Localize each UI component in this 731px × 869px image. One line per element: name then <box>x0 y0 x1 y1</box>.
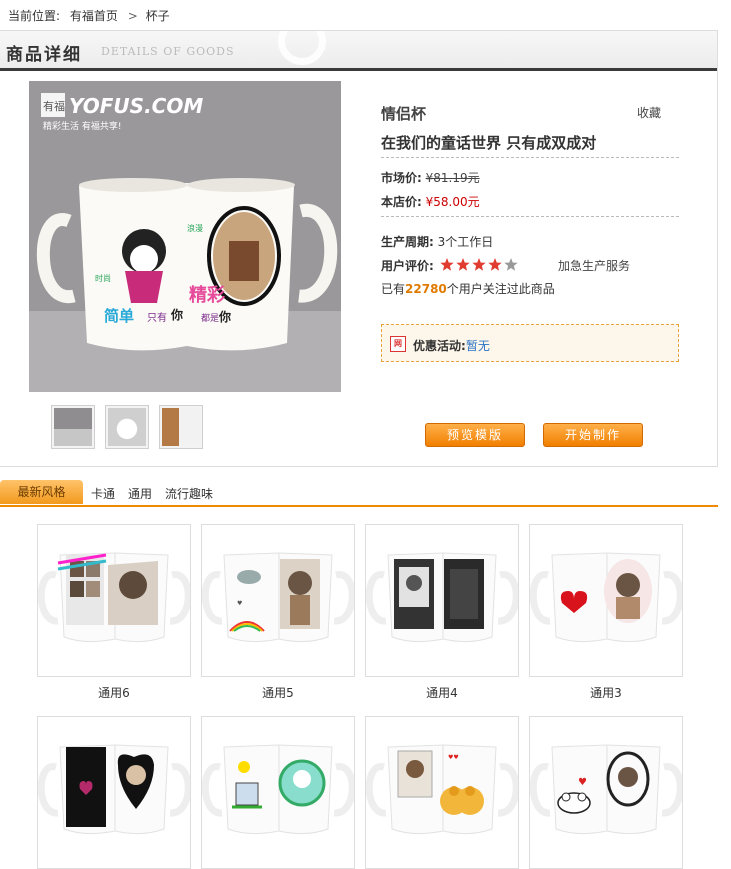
template-card[interactable] <box>37 524 191 677</box>
template-caption[interactable]: 通用6 <box>37 684 191 701</box>
product-name: 情侣杯 <box>381 105 427 123</box>
rating-row: 用户评价: <box>381 257 520 275</box>
tab-trendy-fun[interactable]: 流行趣味 <box>165 485 213 502</box>
style-tabs: 最新风格 卡通 通用 流行趣味 <box>0 480 718 507</box>
mug-word-7: 时尚 <box>95 273 111 283</box>
mug-thumbnail <box>530 552 682 643</box>
favorite-link[interactable]: 收藏 <box>637 104 661 121</box>
thumbnail-1[interactable] <box>51 405 95 449</box>
template-card[interactable]: ♥ <box>201 524 355 677</box>
template-card[interactable] <box>365 524 519 677</box>
followers-row: 已有22780个用户关注过此商品 <box>381 280 555 297</box>
template-card[interactable] <box>201 716 355 869</box>
thumbnail-3[interactable] <box>159 405 203 449</box>
tab-cartoon[interactable]: 卡通 <box>91 485 115 502</box>
mug-thumbnail: ♥ <box>530 744 682 835</box>
template-card[interactable]: ♥♥ <box>365 716 519 869</box>
preview-template-button[interactable]: 预览模版 <box>425 423 525 447</box>
mug-word-1: 简单 <box>104 307 134 325</box>
promo-icon: 网 <box>390 336 406 352</box>
followers-prefix: 已有 <box>381 282 406 296</box>
production-row: 生产周期: 3个工作日 <box>381 233 493 250</box>
market-price-value: ¥81.19元 <box>425 171 480 185</box>
store-price-value: ¥58.00元 <box>425 195 480 209</box>
followers-suffix: 个用户关注过此商品 <box>446 282 555 296</box>
svg-text:♥♥: ♥♥ <box>448 754 459 761</box>
store-price-label: 本店价: <box>381 195 422 209</box>
breadcrumb-home-link[interactable]: 有福首页 <box>70 9 118 23</box>
production-label: 生产周期: <box>381 235 434 249</box>
breadcrumb-current-link[interactable]: 杯子 <box>146 9 170 23</box>
mug-thumbnail <box>38 744 190 835</box>
product-slogan: 在我们的童话世界 只有成双成对 <box>381 134 597 152</box>
market-price-label: 市场价: <box>381 171 422 185</box>
promo-label-text: 优惠活动: <box>413 339 466 353</box>
template-caption[interactable]: 通用5 <box>201 684 355 701</box>
rating-label: 用户评价: <box>381 259 434 273</box>
logo-text: YOFUS.COM <box>69 94 203 118</box>
rating-star <box>455 258 470 271</box>
rating-star <box>439 258 454 271</box>
main-product-image[interactable]: 有福 YOFUS.COM 精彩生活 有福共享! 简单 只有 你 精彩 都是 你 … <box>29 81 341 392</box>
mug-word-8: 浪漫 <box>187 223 203 233</box>
promo-box: 网 优惠活动:暂无 <box>381 324 679 362</box>
store-price-row: 本店价: ¥58.00元 <box>381 193 480 210</box>
header-decoration <box>278 31 326 65</box>
rating-star <box>471 258 486 271</box>
mug-thumbnail: ♥ <box>202 552 354 643</box>
tab-general[interactable]: 通用 <box>128 485 152 502</box>
mug-word-2: 只有 <box>147 311 167 324</box>
logo-mark-text: 有福 <box>43 99 65 113</box>
breadcrumb-prefix: 当前位置: <box>8 9 61 23</box>
rating-star <box>487 258 502 271</box>
svg-text:♥: ♥ <box>578 777 587 788</box>
tab-latest-style[interactable]: 最新风格 <box>0 480 83 504</box>
mug-thumbnail <box>38 552 190 643</box>
mug-word-4: 精彩 <box>189 284 225 306</box>
production-value: 3个工作日 <box>437 235 494 249</box>
thumbnail-2[interactable] <box>105 405 149 449</box>
rating-stars <box>439 258 520 275</box>
detail-subtitle: DETAILS OF GOODS <box>101 45 235 58</box>
rush-service-link[interactable]: 加急生产服务 <box>558 257 630 274</box>
mug-thumbnail <box>366 552 518 643</box>
followers-count: 22780 <box>405 282 447 296</box>
mug-pair-illustration: 有福 YOFUS.COM 精彩生活 有福共享! 简单 只有 你 精彩 都是 你 … <box>29 81 341 392</box>
divider <box>381 157 679 158</box>
promo-label: 优惠活动:暂无 <box>413 337 490 354</box>
detail-header: 商品详细 DETAILS OF GOODS <box>0 31 717 71</box>
breadcrumb-separator: > <box>127 9 138 23</box>
product-detail-panel: 商品详细 DETAILS OF GOODS 有福 YOFUS.COM 精彩生活 … <box>0 30 718 467</box>
market-price-row: 市场价: ¥81.19元 <box>381 169 480 186</box>
mug-word-3: 你 <box>170 307 183 322</box>
template-card[interactable]: ♥ <box>529 716 683 869</box>
rating-star <box>503 258 518 271</box>
mug-word-5: 都是 <box>201 313 219 324</box>
logo-tagline: 精彩生活 有福共享! <box>43 120 121 132</box>
template-caption[interactable]: 通用4 <box>365 684 519 701</box>
detail-title: 商品详细 <box>6 45 82 65</box>
breadcrumb: 当前位置: 有福首页 > 杯子 <box>8 7 170 24</box>
promo-value-link[interactable]: 暂无 <box>466 339 490 353</box>
template-card[interactable] <box>529 524 683 677</box>
divider <box>381 216 679 217</box>
mug-thumbnail: ♥♥ <box>366 744 518 835</box>
mug-word-6: 你 <box>218 309 231 324</box>
template-caption[interactable]: 通用3 <box>529 684 683 701</box>
svg-text:♥: ♥ <box>237 600 242 607</box>
template-card[interactable] <box>37 716 191 869</box>
mug-thumbnail <box>202 744 354 835</box>
start-making-button[interactable]: 开始制作 <box>543 423 643 447</box>
